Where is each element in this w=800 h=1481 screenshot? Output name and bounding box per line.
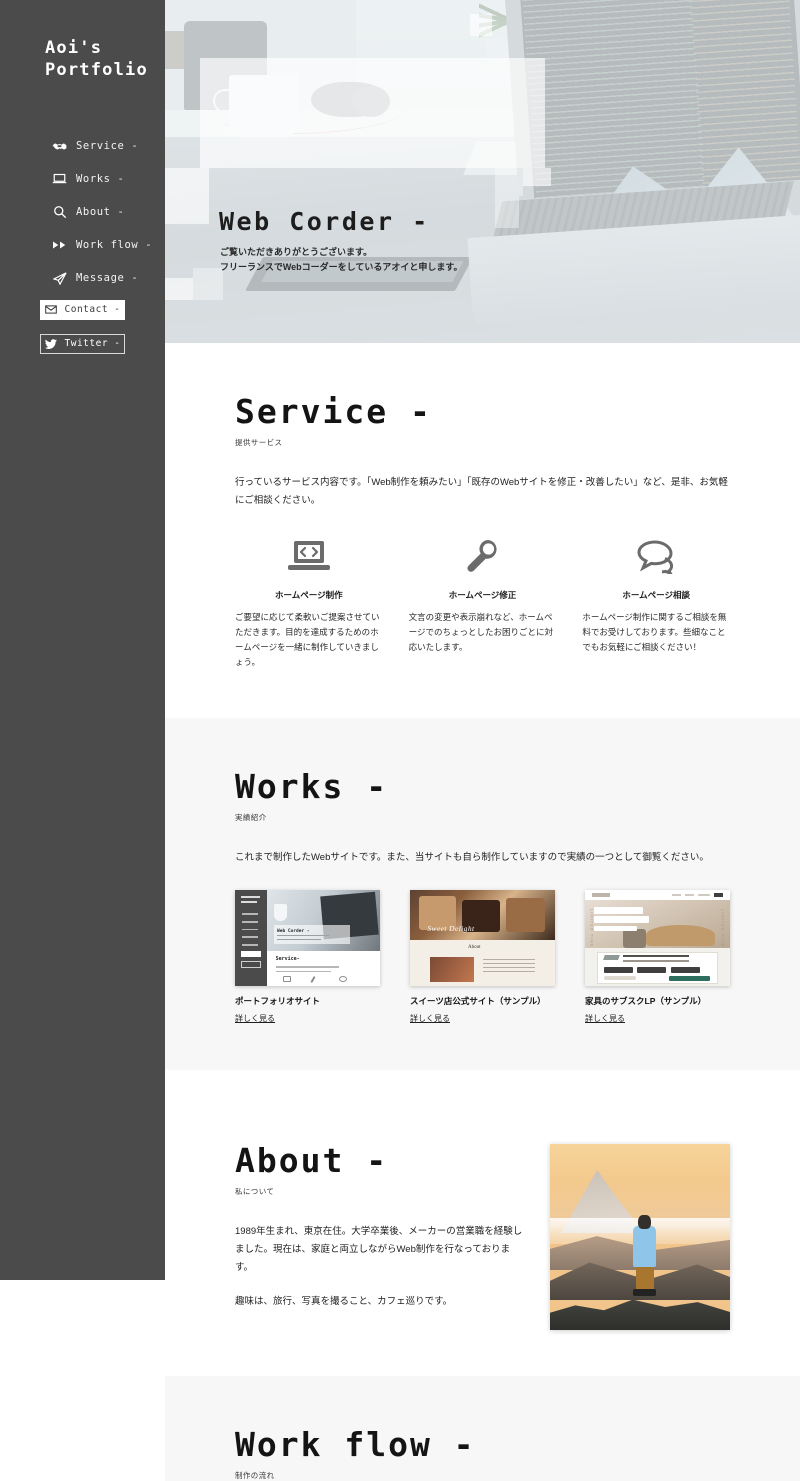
sidebar-item-about[interactable]: About - [0, 196, 165, 229]
main-content: Web Corder - ご覧いただきありがとうございます。 フリーランスでWe… [165, 0, 800, 1481]
mosaic-block [193, 268, 223, 300]
hero-title: Web Corder - [219, 207, 430, 236]
about-photo [550, 1143, 730, 1330]
sidebar-item-workflow[interactable]: Work flow - [0, 229, 165, 262]
work-item: LIMITED TIME CAMPAIGN LIMITED TIME CAMPA… [585, 890, 730, 1026]
service-card: ホームページ相談 ホームページ制作に関するご相談を無料でお受けしております。些細… [582, 535, 730, 670]
sidebar-item-label: Message - [76, 272, 139, 284]
sidebar-buttons: Contact - Twitter - [0, 299, 165, 354]
hero-subtitle-line-2: フリーランスでWebコーダーをしているアオイと申します。 [220, 261, 463, 272]
laptop-icon [52, 172, 67, 187]
sidebar-item-label: About - [76, 206, 125, 218]
service-lead: 行っているサービス内容です。「Web制作を頼みたい」「既存のWebサイトを修正・… [235, 477, 728, 506]
mosaic-block [495, 168, 523, 196]
sweets-shop-thumbnail[interactable]: Sweet Delight About [410, 890, 555, 987]
works-lead: これまで制作したWebサイトです。また、当サイトも自ら制作していますので実績の一… [235, 851, 709, 863]
thumb-section-title: Service- [275, 956, 300, 963]
sidebar-item-works[interactable]: Works - [0, 163, 165, 196]
thumb-section-title: About [468, 944, 481, 950]
twitter-button-label: Twitter - [64, 338, 121, 349]
mosaic-block [523, 168, 551, 186]
sidebar-nav: Service - Works - About - Work flow - Me… [0, 130, 165, 295]
service-card-heading: ホームページ相談 [622, 590, 690, 601]
mosaic-block [165, 278, 193, 300]
thumb-hero-title: Web Corder - [277, 928, 310, 934]
service-title: Service - [235, 392, 432, 431]
service-card-heading: ホームページ修正 [448, 590, 517, 601]
service-card-body: 文言の変更や表示崩れなど、ホームページでのちょっとしたお困りごとに対応いたします… [408, 612, 554, 652]
workflow-section: Work flow - 制作の流れ [165, 1375, 800, 1481]
service-card-body: ご要望に応じて柔軟いご提案させていただきます。目的を達成するためのホームページを… [235, 612, 380, 667]
about-paragraph-1: 1989年生まれ、東京在住。大学卒業後、メーカーの営業職を経験しました。現在は、… [235, 1225, 523, 1274]
sidebar-item-message[interactable]: Message - [0, 262, 165, 295]
mosaic-block [470, 14, 492, 36]
sidebar-item-label: Service - [76, 140, 139, 152]
sidebar: Aoi's Portfolio Service - Works - About … [0, 0, 165, 1280]
work-item-title: スイーツ店公式サイト（サンプル） [410, 996, 546, 1007]
work-item-title: 家具のサブスクLP（サンプル） [585, 996, 707, 1007]
service-card-body: ホームページ制作に関するご相談を無料でお受けしております。些細なことでもお気軽に… [582, 612, 727, 652]
mosaic-block [165, 168, 209, 224]
handshake-icon [52, 139, 67, 154]
page-root: Aoi's Portfolio Service - Works - About … [0, 0, 800, 1481]
twitter-icon [44, 338, 57, 349]
furniture-lp-thumbnail[interactable]: LIMITED TIME CAMPAIGN LIMITED TIME CAMPA… [585, 890, 730, 987]
works-section: Works - 実績紹介 これまで制作したWebサイトです。また、当サイトも自ら… [165, 717, 800, 1070]
paper-plane-icon [52, 271, 67, 286]
workflow-title: Work flow - [235, 1424, 476, 1464]
laptop-code-icon [235, 535, 383, 579]
sidebar-item-label: Work flow - [76, 239, 153, 251]
work-item-title: ポートフォリオサイト [235, 996, 321, 1007]
work-item-link[interactable]: 詳しく見る [235, 1013, 275, 1024]
service-card-heading: ホームページ制作 [275, 590, 343, 601]
portfolio-site-thumbnail[interactable]: Web Corder - Service- [235, 890, 380, 987]
hero-text-panel [200, 58, 545, 168]
about-title: About - [235, 1140, 389, 1180]
twitter-button[interactable]: Twitter - [40, 333, 125, 354]
about-text-column: About - 私について 1989年生まれ、東京在住。大学卒業後、メーカーの営… [235, 1144, 524, 1327]
hero-section: Web Corder - ご覧いただきありがとうございます。 フリーランスでWe… [165, 0, 800, 343]
speech-bubbles-icon [582, 535, 730, 579]
brand-line-1: Aoi's [45, 38, 103, 58]
about-section: About - 私について 1989年生まれ、東京在住。大学卒業後、メーカーの営… [165, 1069, 800, 1376]
service-card: ホームページ制作 ご要望に応じて柔軟いご提案させていただきます。目的を達成するた… [235, 535, 383, 670]
hero-subtitle-line-1: ご覧いただきありがとうございます。 [220, 247, 373, 257]
service-card: ホームページ修正 文言の変更や表示崩れなど、ホームページでのちょっとしたお困りご… [409, 535, 557, 670]
sidebar-item-service[interactable]: Service - [0, 130, 165, 163]
search-icon [52, 205, 67, 220]
mail-icon [44, 305, 57, 314]
work-item: Web Corder - Service- ポートフォリオサイト 詳しく見る [235, 890, 380, 1026]
hero-overlay-wash [165, 0, 800, 343]
contact-button[interactable]: Contact - [40, 299, 125, 320]
thumb-hero-title: Sweet Delight [427, 923, 475, 933]
mosaic-block [495, 196, 519, 228]
works-title: Works - [235, 766, 389, 806]
work-item-link[interactable]: 詳しく見る [410, 1013, 450, 1024]
service-cards: ホームページ制作 ご要望に応じて柔軟いご提案させていただきます。目的を達成するた… [235, 535, 730, 670]
contact-button-label: Contact - [64, 304, 121, 315]
hero-subtitle: ご覧いただきありがとうございます。 フリーランスでWebコーダーをしているアオイ… [220, 245, 540, 275]
wrench-icon [409, 535, 557, 579]
about-paragraph-2: 趣味は、旅行、写真を撮ること、カフェ巡りです。 [235, 1296, 453, 1308]
sidebar-item-label: Works - [76, 173, 125, 185]
fast-forward-icon [52, 238, 67, 253]
service-section: Service - 提供サービス 行っているサービス内容です。「Web制作を頼み… [165, 343, 800, 718]
service-subtitle: 提供サービス [235, 438, 283, 447]
work-item: Sweet Delight About スイーツ店公式サイト（サンプル） 詳しく… [410, 890, 555, 1026]
workflow-subtitle: 制作の流れ [235, 1470, 275, 1480]
brand-line-2: Portfolio [45, 59, 148, 80]
work-item-link[interactable]: 詳しく見る [585, 1013, 625, 1024]
site-logo[interactable]: Aoi's Portfolio [0, 38, 165, 82]
works-subtitle: 実績紹介 [235, 812, 267, 822]
works-list: Web Corder - Service- ポートフォリオサイト 詳しく見る S… [235, 890, 730, 1026]
about-subtitle: 私について [235, 1186, 275, 1196]
